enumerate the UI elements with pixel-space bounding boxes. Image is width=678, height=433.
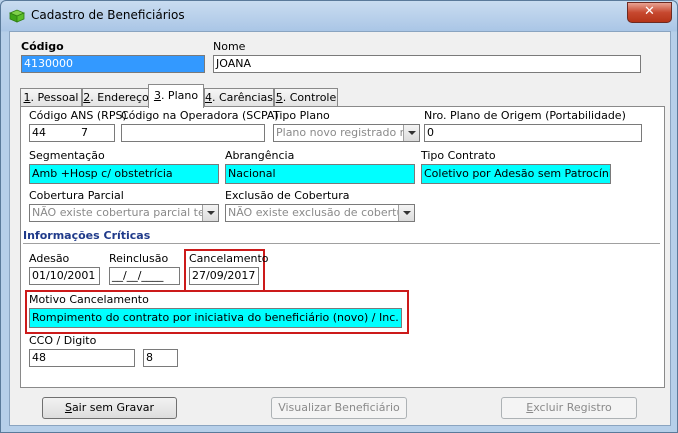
informacoes-criticas-title: Informações Críticas <box>23 229 151 242</box>
plano-tab-panel: Código ANS (RPS) 44 7 Código na Operador… <box>20 106 665 388</box>
ans-label: Código ANS (RPS) <box>29 109 127 122</box>
exclusao-select[interactable]: NÃO existe exclusão de cobertura <box>225 204 415 222</box>
sair-key: S <box>64 401 72 414</box>
exclusao-label: Exclusão de Cobertura <box>225 189 350 202</box>
exclusao-value: NÃO existe exclusão de cobertura <box>228 206 415 219</box>
chevron-down-icon <box>403 125 419 141</box>
tipo-plano-value: Plano novo registrado na <box>276 126 414 139</box>
adesao-input[interactable]: 01/10/2001 <box>29 267 100 285</box>
chevron-down-icon <box>398 205 414 221</box>
cancelamento-label: Cancelamento <box>189 252 269 265</box>
abrangencia-field[interactable]: Nacional <box>225 164 415 184</box>
cco-label: CCO / Digito <box>29 334 97 347</box>
tab-plano-label: . Plano <box>160 89 199 102</box>
nro-plano-input[interactable]: 0 <box>424 124 642 142</box>
tab-controle-key: 5 <box>275 91 283 104</box>
adesao-label: Adesão <box>29 252 70 265</box>
cobertura-select[interactable]: NÃO existe cobertura parcial temp <box>29 204 219 222</box>
tab-controle[interactable]: 5. Controle <box>274 88 338 107</box>
codigo-label: Código <box>21 40 64 53</box>
tab-endereco-label: . Endereço <box>90 91 149 104</box>
tab-pessoal[interactable]: 1. Pessoal <box>20 88 82 107</box>
operadora-label: Código na Operadora (SCPA) <box>121 109 279 122</box>
cobertura-value: NÃO existe cobertura parcial temp <box>32 206 219 219</box>
sair-label: air sem Gravar <box>71 401 155 414</box>
close-button[interactable]: ✕ <box>627 2 672 23</box>
tab-controle-label: . Controle <box>282 91 337 104</box>
reinclusao-label: Reinclusão <box>109 252 169 265</box>
close-icon: ✕ <box>644 4 655 19</box>
title-bar: Cadastro de Beneficiários ✕ <box>1 1 677 31</box>
digito-input[interactable]: 8 <box>143 349 178 367</box>
segmentacao-label: Segmentação <box>29 149 105 162</box>
section-divider <box>23 243 660 244</box>
cco-input[interactable]: 48 <box>29 349 135 367</box>
tab-pessoal-key: 1 <box>23 91 31 104</box>
window-title: Cadastro de Beneficiários <box>31 8 185 22</box>
excluir-registro-button[interactable]: Excluir Registro <box>501 397 637 419</box>
tab-pessoal-label: . Pessoal <box>30 91 79 104</box>
chevron-down-icon <box>202 205 218 221</box>
codigo-input[interactable]: 4130000 <box>21 55 205 73</box>
ans-input[interactable]: 44 7 <box>29 124 115 142</box>
segmentacao-field[interactable]: Amb +Hosp c/ obstetrícia <box>29 164 219 184</box>
tab-carencias-key: 4 <box>205 91 212 104</box>
motivo-field[interactable]: Rompimento do contrato por iniciativa do… <box>29 308 402 328</box>
tipo-contrato-label: Tipo Contrato <box>421 149 496 162</box>
tab-plano-key: 3 <box>153 89 161 102</box>
tab-plano[interactable]: 3. Plano <box>148 84 204 108</box>
app-logo-icon <box>9 9 25 23</box>
cobertura-label: Cobertura Parcial <box>29 189 124 202</box>
abrangencia-label: Abrangência <box>225 149 295 162</box>
visualizar-beneficiario-button[interactable]: Visualizar Beneficiário <box>271 397 407 419</box>
excluir-label: xcluir Registro <box>533 401 612 414</box>
nro-plano-label: Nro. Plano de Origem (Portabilidade) <box>424 109 626 122</box>
tab-carencias[interactable]: 4. Carências <box>204 88 274 107</box>
cancelamento-input[interactable]: 27/09/2017 <box>189 267 259 285</box>
client-area: Código 4130000 Nome JOANA 1. Pessoal 2. … <box>9 31 671 426</box>
tipo-contrato-field[interactable]: Coletivo por Adesão sem Patrocínio <box>421 164 611 184</box>
nome-input[interactable]: JOANA <box>213 55 641 73</box>
tipo-plano-select[interactable]: Plano novo registrado na <box>273 124 420 142</box>
nome-label: Nome <box>213 40 246 53</box>
operadora-input[interactable] <box>121 124 265 142</box>
reinclusao-input[interactable]: __/__/____ <box>109 267 180 285</box>
app-window: Cadastro de Beneficiários ✕ Código 41300… <box>0 0 678 433</box>
tab-endereco[interactable]: 2. Endereço <box>82 88 150 107</box>
tab-carencias-label: . Carências <box>212 91 274 104</box>
tipo-plano-label: Tipo Plano <box>273 109 330 122</box>
motivo-label: Motivo Cancelamento <box>29 293 149 306</box>
sair-sem-gravar-button[interactable]: Sair sem Gravar <box>42 397 177 419</box>
